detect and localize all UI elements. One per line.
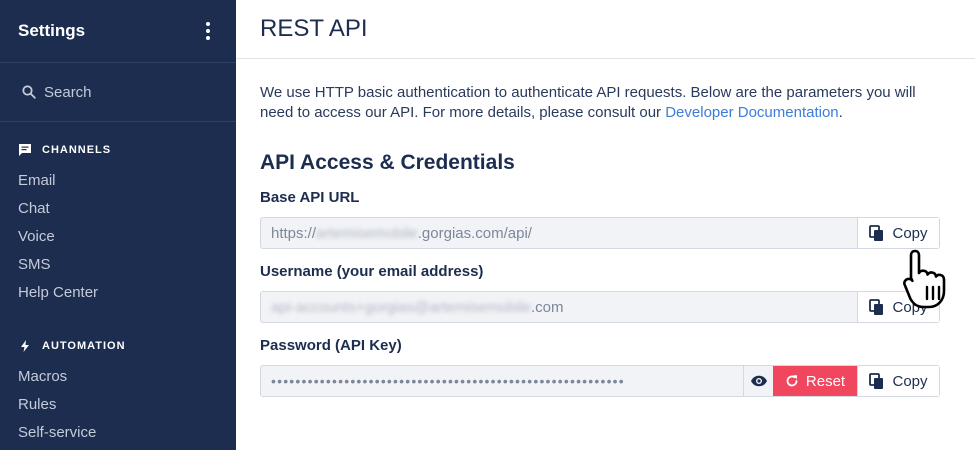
sidebar-item-email[interactable]: Email (0, 166, 236, 194)
copy-username-button[interactable]: Copy (857, 292, 939, 322)
base-url-field: https://artemisemobile .gorgias.com/api/ … (260, 217, 940, 249)
content-area: We use HTTP basic authentication to auth… (236, 59, 940, 397)
lightning-icon (21, 340, 29, 352)
copy-label: Copy (892, 372, 928, 390)
copy-label: Copy (892, 298, 928, 316)
copy-password-button[interactable]: Copy (857, 366, 939, 396)
copy-icon (869, 372, 884, 389)
show-password-button[interactable] (743, 366, 773, 396)
sidebar-item-macros[interactable]: Macros (0, 362, 236, 390)
username-field: api-accounts+gorgias@artemisemobile .com … (260, 291, 940, 323)
sidebar-header: Settings (0, 0, 236, 62)
sidebar-item-self-service[interactable]: Self-service (0, 418, 236, 446)
sidebar-item-sms[interactable]: SMS (0, 250, 236, 278)
base-url-suffix: .gorgias.com/api/ (417, 224, 532, 242)
page-title: REST API (260, 15, 368, 42)
password-value[interactable]: ••••••••••••••••••••••••••••••••••••••••… (261, 366, 743, 396)
base-url-prefix: https:// (271, 224, 317, 242)
username-value[interactable]: api-accounts+gorgias@artemisemobile .com (261, 292, 857, 322)
password-field: ••••••••••••••••••••••••••••••••••••••••… (260, 365, 940, 397)
search-label: Search (44, 83, 92, 101)
chat-bubble-icon (19, 144, 31, 156)
intro-text: We use HTTP basic authentication to auth… (260, 83, 940, 123)
intro-suffix: . (838, 104, 843, 121)
base-url-label: Base API URL (260, 189, 360, 206)
copy-base-url-button[interactable]: Copy (857, 218, 939, 248)
sidebar: Settings Search CHANNELS Email Chat Voic… (0, 0, 236, 450)
sidebar-item-rules[interactable]: Rules (0, 390, 236, 418)
section-channels: CHANNELS (0, 140, 236, 160)
base-url-value[interactable]: https://artemisemobile .gorgias.com/api/ (261, 218, 857, 248)
sidebar-search[interactable]: Search (0, 63, 236, 121)
main-content: REST API We use HTTP basic authenticatio… (236, 0, 975, 450)
refresh-icon (786, 375, 798, 387)
copy-icon (869, 298, 884, 315)
section-automation: AUTOMATION (0, 336, 236, 356)
sidebar-item-chat[interactable]: Chat (0, 194, 236, 222)
copy-label: Copy (892, 224, 928, 242)
sidebar-title: Settings (18, 21, 86, 40)
section-automation-label: AUTOMATION (42, 340, 126, 352)
developer-docs-link[interactable]: Developer Documentation (665, 104, 838, 121)
page-header: REST API (236, 0, 975, 59)
reset-label: Reset (805, 372, 846, 390)
reset-api-key-button[interactable]: Reset (773, 366, 857, 396)
search-icon (22, 85, 36, 99)
username-suffix: .com (530, 298, 564, 316)
more-options-icon[interactable] (202, 20, 214, 42)
sidebar-item-help-center[interactable]: Help Center (0, 278, 236, 306)
copy-icon (869, 224, 884, 241)
base-url-redacted: artemisemobile (316, 224, 418, 242)
sidebar-item-voice[interactable]: Voice (0, 222, 236, 250)
eye-icon (750, 375, 767, 387)
password-label: Password (API Key) (260, 337, 402, 354)
credentials-title: API Access & Credentials (260, 151, 515, 174)
username-redacted: api-accounts+gorgias@artemisemobile (271, 298, 531, 316)
section-channels-label: CHANNELS (42, 144, 112, 156)
username-label: Username (your email address) (260, 263, 484, 280)
